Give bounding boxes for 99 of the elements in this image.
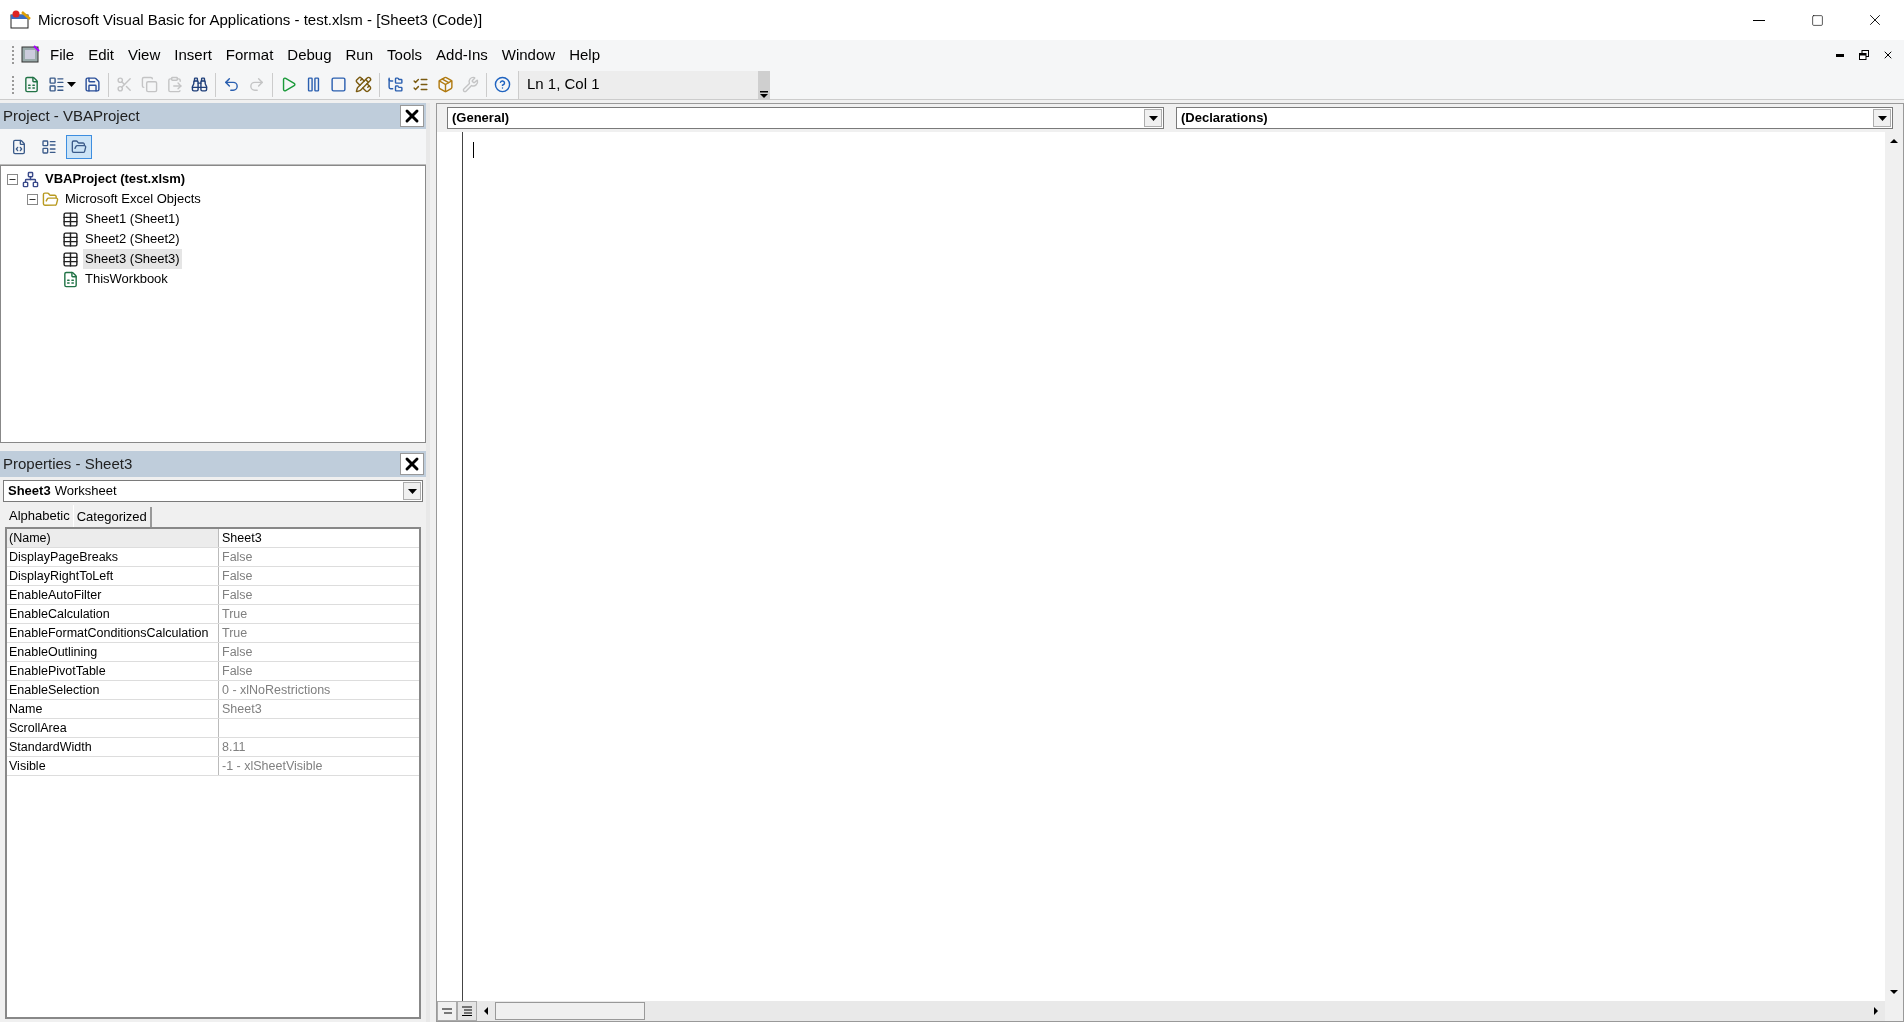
property-value[interactable]: False [219,643,419,661]
object-name: Sheet3 [8,482,51,501]
pause-icon [305,76,322,93]
cut-icon [116,76,133,93]
procedure-view-button[interactable] [437,1001,457,1021]
property-value[interactable]: False [219,586,419,604]
tree-item[interactable]: Sheet3 (Sheet3) [83,249,182,269]
tab[interactable]: Alphabetic [6,505,74,527]
search-icon [191,76,208,93]
panel-title: Properties - Sheet3 [3,453,133,474]
property-value[interactable]: 0 - xlNoRestrictions [219,681,419,699]
minimize-icon [1753,19,1765,21]
code-view-icon [11,138,27,155]
maximize-icon [1810,13,1824,27]
horizontal-scrollbar[interactable] [477,1001,1885,1021]
help-icon [494,76,511,93]
property-value[interactable]: Sheet3 [219,700,419,718]
workbook-icon [62,270,79,288]
property-value[interactable]: False [219,662,419,680]
tree-item[interactable]: Microsoft Excel Objects [63,189,203,209]
wrench-icon [462,76,479,93]
text-cursor [473,142,474,158]
tree-item[interactable]: Sheet2 (Sheet2) [83,229,182,249]
object-type: Worksheet [54,482,118,501]
property-value[interactable]: True [219,605,419,623]
box-icon [437,76,454,93]
save-icon [84,76,101,93]
form-view-icon [41,138,57,155]
app-icon [10,10,32,30]
menu-item[interactable]: Help [562,43,607,67]
sheet-icon [62,210,79,228]
close-button[interactable] [400,453,424,475]
stop-icon [330,76,347,93]
restore-icon [1859,50,1869,60]
panel-title: Project - VBAProject [3,105,140,126]
menu-item[interactable]: Format [218,43,281,67]
object-dropdown[interactable]: Sheet3 Worksheet [3,480,423,502]
lines-icon [462,1006,472,1016]
property-name[interactable]: EnableOutlining [7,643,219,661]
ruler-pencil-icon [355,76,372,93]
tree-item[interactable]: VBAProject (test.xlsm) [43,169,188,189]
property-value[interactable]: -1 - xlSheetVisible [219,757,419,775]
menu-item[interactable]: Debug [280,43,339,67]
property-value[interactable]: False [219,548,419,566]
folder-icon [71,138,87,155]
close-button[interactable] [400,105,424,127]
play-icon [280,76,297,93]
toolbar-options-icon[interactable] [758,70,770,99]
property-name[interactable]: ScrollArea [7,719,219,737]
property-name[interactable]: EnablePivotTable [7,662,219,680]
menu-item[interactable]: Insert [167,43,219,67]
sheet-icon [62,250,79,268]
property-value[interactable]: 8.11 [219,738,419,756]
redo-icon [248,76,265,93]
window-title: Microsoft Visual Basic for Applications - test.xlsm - [Sheet3 (Code)] [38,9,484,30]
project-icon [22,170,39,188]
property-name[interactable]: DisplayRightToLeft [7,567,219,585]
cursor-position: Ln 1, Col 1 [518,70,758,99]
lines-icon [442,1008,452,1014]
caret-icon [67,82,76,87]
property-name[interactable]: StandardWidth [7,738,219,756]
property-name[interactable]: (Name) [7,529,219,547]
menu-item[interactable]: View [121,43,168,67]
folder-icon [42,190,59,208]
property-name[interactable]: EnableCalculation [7,605,219,623]
excel-icon [23,76,40,93]
form-icon [48,76,65,93]
close-icon [1882,49,1894,61]
sheet-icon [62,230,79,248]
property-name[interactable]: Name [7,700,219,718]
property-name[interactable]: EnableSelection [7,681,219,699]
minimize-icon [1836,53,1844,57]
property-name[interactable]: Visible [7,757,219,775]
tree-icon [387,76,404,93]
property-name[interactable]: EnableAutoFilter [7,586,219,604]
menu-item[interactable]: Tools [380,43,430,67]
list-icon [412,76,429,93]
menu-item[interactable]: File [43,43,82,67]
property-value[interactable]: True [219,624,419,642]
procedure-dropdown[interactable]: (Declarations) [1176,107,1893,129]
menu-item[interactable]: Run [338,43,381,67]
property-name[interactable]: DisplayPageBreaks [7,548,219,566]
menu-item[interactable]: Edit [81,43,122,67]
scroll-thumb[interactable] [495,1002,645,1020]
copy-icon [141,76,158,93]
collapse-icon[interactable] [27,193,38,205]
view-toggle-button[interactable] [66,134,92,159]
property-value[interactable]: False [219,567,419,585]
tree-item[interactable]: ThisWorkbook [83,269,170,289]
undo-icon [223,76,240,93]
collapse-icon[interactable] [7,173,18,185]
object-dropdown[interactable]: (General) [447,107,1164,129]
paste-icon [166,76,183,93]
menu-item[interactable]: Add-Ins [429,43,495,67]
property-value[interactable]: Sheet3 [219,529,419,547]
full-module-view-button[interactable] [457,1001,477,1021]
menu-item[interactable]: Window [494,43,563,67]
property-name[interactable]: EnableFormatConditionsCalculation [7,624,219,642]
tree-item[interactable]: Sheet1 (Sheet1) [83,209,182,229]
